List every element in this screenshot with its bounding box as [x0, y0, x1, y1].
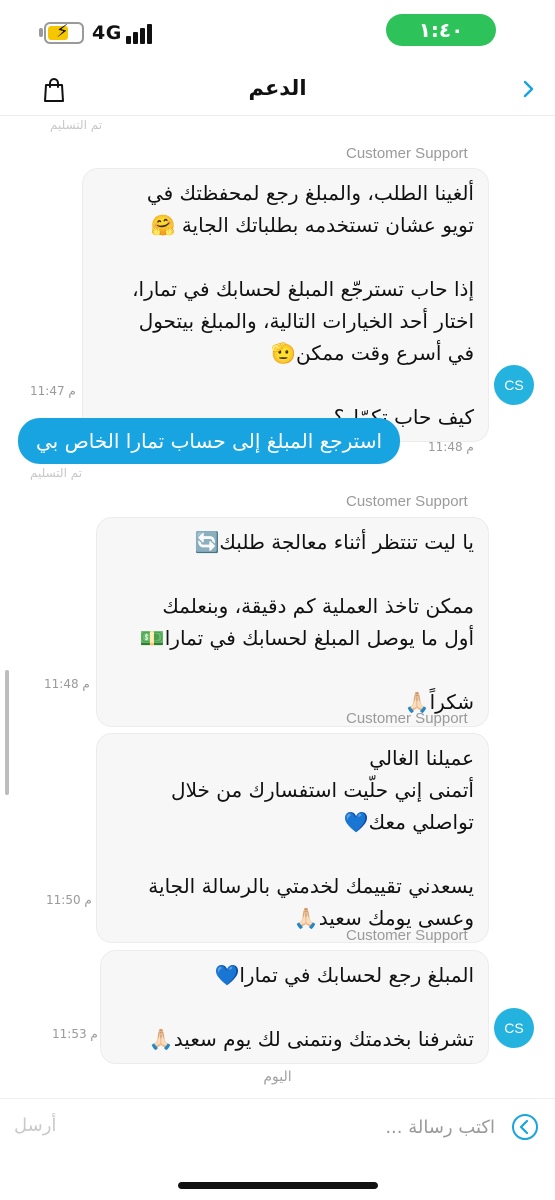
chevron-right-icon[interactable]: [517, 78, 539, 100]
message-time: 11:48 م: [428, 440, 474, 454]
sender-name: Customer Support: [346, 710, 468, 727]
chevron-circle-icon[interactable]: [511, 1113, 539, 1141]
message-bubble: المبلغ رجع لحسابك في تمارا💙 تشرفنا بخدمت…: [100, 950, 489, 1064]
battery-icon: ⚡: [44, 21, 84, 44]
message-bubble: ألغينا الطلب، والمبلغ رجع لمحفظتك في توي…: [82, 168, 489, 442]
message-time: 11:53 م: [52, 1027, 98, 1041]
message-composer: أرسل: [0, 1098, 555, 1158]
network-type: 4G: [92, 22, 122, 44]
sender-name: Customer Support: [346, 145, 468, 162]
status-time: ١:٤٠: [386, 14, 496, 46]
sender-name: Customer Support: [346, 493, 468, 510]
avatar: CS: [494, 365, 534, 405]
avatar: CS: [494, 1008, 534, 1048]
page-title: الدعم: [248, 76, 307, 100]
message-bubble: يا ليت تنتظر أثناء معالجة طلبك🔄 ممكن تاخ…: [96, 517, 489, 727]
message-time: 11:47 م: [30, 384, 76, 398]
signal-icon: [126, 22, 158, 44]
message-time: 11:50 م: [46, 893, 92, 907]
message-time: 11:48 م: [44, 677, 90, 691]
scrollbar[interactable]: [5, 670, 9, 795]
send-button[interactable]: أرسل: [14, 1115, 56, 1136]
status-bar: ⚡ 4G ١:٤٠: [0, 0, 555, 64]
delivered-label: تم التسليم: [30, 466, 83, 480]
chat-header: الدعم: [0, 64, 555, 116]
home-indicator: [178, 1182, 378, 1189]
outgoing-message-bubble: استرجع المبلغ إلى حساب تمارا الخاص بي: [18, 418, 401, 464]
sender-name: Customer Support: [346, 927, 468, 944]
day-separator: اليوم: [263, 1069, 292, 1085]
message-bubble: عميلنا الغالي أتمنى إني حلّيت استفسارك م…: [96, 733, 489, 943]
message-input[interactable]: [100, 1109, 495, 1145]
delivered-label: تم التسليم: [50, 118, 103, 132]
